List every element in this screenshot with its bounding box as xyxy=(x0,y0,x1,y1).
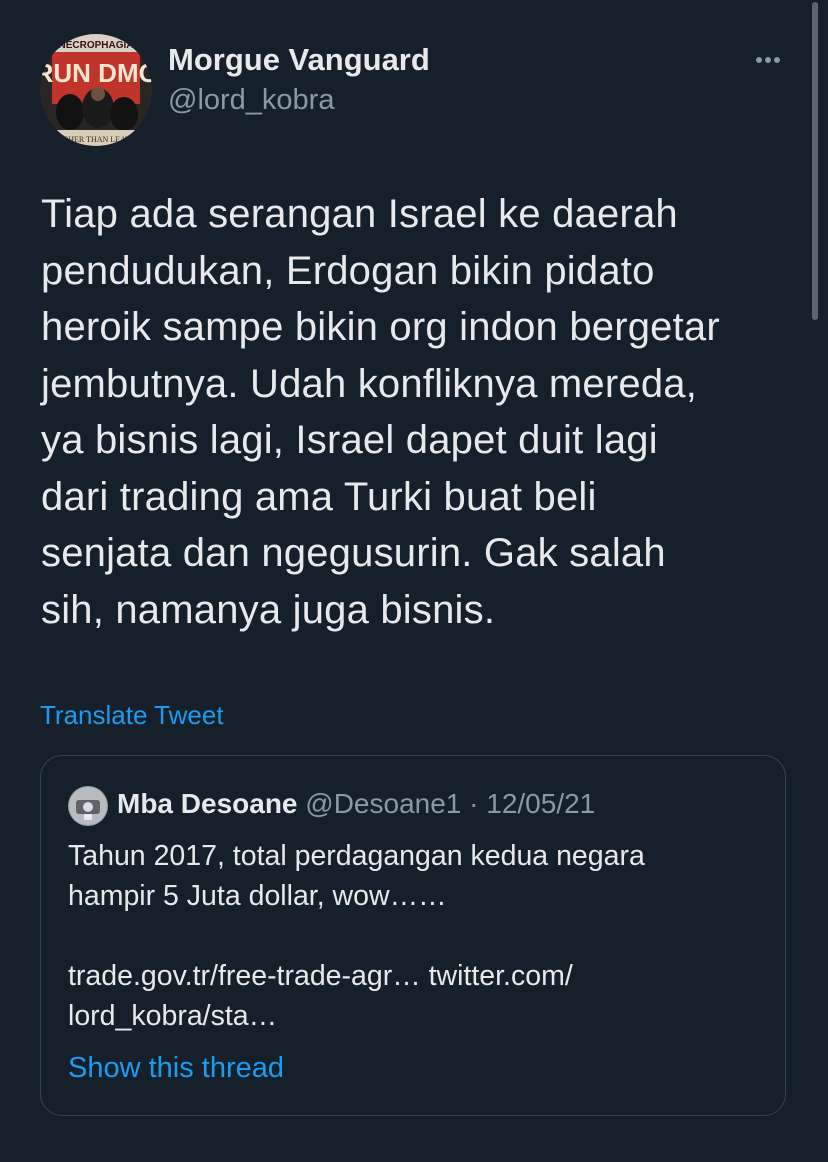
tweet-text-line: sih, namanya juga bisnis. xyxy=(41,587,496,632)
quoted-text-line: trade.gov.tr/free-trade-agr… twitter.com… xyxy=(68,960,573,992)
quoted-avatar-image xyxy=(68,786,108,826)
quoted-text-line xyxy=(68,916,645,956)
quoted-text-line: lord_kobra/sta… xyxy=(68,1000,278,1032)
author-display-name[interactable]: Morgue Vanguard xyxy=(168,42,430,78)
avatar-banner-text: NECROPHAGIA xyxy=(58,40,133,51)
quoted-text-line: Tahun 2017, total perdagangan kedua nega… xyxy=(68,840,645,872)
show-thread-link[interactable]: Show this thread xyxy=(68,1052,284,1085)
avatar-bottom-text: TOUGHER THAN LEATHER xyxy=(46,135,146,144)
scrollbar[interactable] xyxy=(812,2,818,320)
quoted-handle[interactable]: @Desoane1 xyxy=(305,788,461,819)
tweet-text-line: jembutnya. Udah konfliknya mereda, xyxy=(41,361,698,406)
author-avatar[interactable]: NECROPHAGIA RUN DMC TOUGHER THAN LEATHER xyxy=(40,34,152,146)
quoted-author-avatar[interactable] xyxy=(68,786,108,826)
quoted-display-name[interactable]: Mba Desoane xyxy=(117,788,298,819)
quoted-separator: · xyxy=(469,788,479,819)
quoted-header: Mba Desoane @Desoane1 · 12/05/21 xyxy=(117,786,595,822)
quoted-text-line: hampir 5 Juta dollar, wow…… xyxy=(68,880,447,912)
tweet-text-line: heroik sampe bikin org indon bergetar xyxy=(41,305,720,349)
quoted-date[interactable]: 12/05/21 xyxy=(486,788,595,819)
quoted-tweet-text: Tahun 2017, total perdagangan kedua nega… xyxy=(68,836,645,1036)
album-cover-avatar: NECROPHAGIA RUN DMC TOUGHER THAN LEATHER xyxy=(40,34,152,146)
tweet-text-line: pendudukan, Erdogan bikin pidato xyxy=(41,248,655,293)
more-horizontal-icon[interactable] xyxy=(748,46,788,74)
quoted-tweet-card[interactable]: Mba Desoane @Desoane1 · 12/05/21 Tahun 2… xyxy=(40,755,786,1116)
tweet-text-line: senjata dan ngegusurin. Gak salah xyxy=(41,531,666,575)
tweet-text-line: Tiap ada serangan Israel ke daerah xyxy=(41,192,678,236)
author-handle[interactable]: @lord_kobra xyxy=(168,84,334,117)
tweet-text-line: ya bisnis lagi, Israel dapet duit lagi xyxy=(41,418,658,462)
avatar-main-text: RUN DMC xyxy=(40,58,152,88)
tweet-text-line: dari trading ama Turki buat beli xyxy=(41,474,597,519)
translate-tweet-link[interactable]: Translate Tweet xyxy=(40,700,224,731)
tweet-text: Tiap ada serangan Israel ke daerah pendu… xyxy=(41,186,801,638)
